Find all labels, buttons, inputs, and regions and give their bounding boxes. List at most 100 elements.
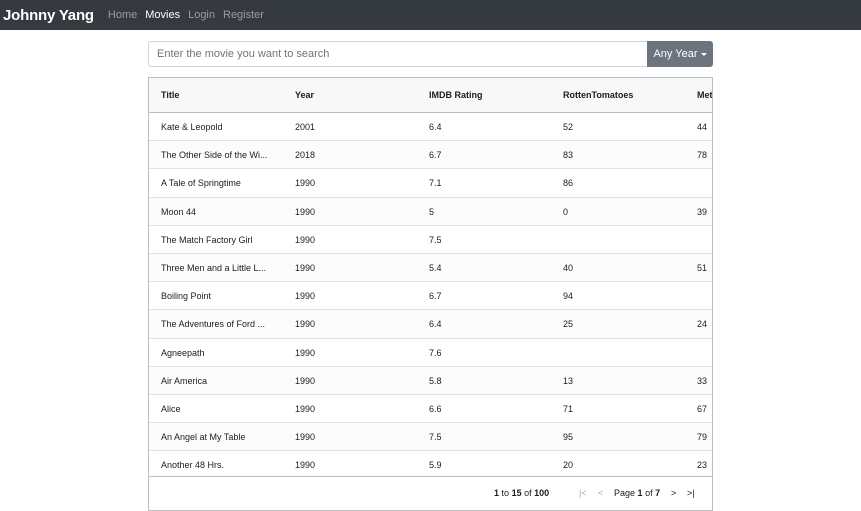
nav-login-link[interactable]: Login bbox=[188, 9, 215, 21]
cell-imdb-rating: 7.5 bbox=[429, 432, 442, 443]
cell-metacritic: 51 bbox=[697, 262, 708, 273]
column-header-metacritic[interactable]: Met bbox=[697, 90, 712, 100]
cell-metacritic: 44 bbox=[697, 122, 708, 132]
cell-rotten-tomatoes: 71 bbox=[563, 403, 574, 414]
brand-logo[interactable]: Johnny Yang bbox=[3, 7, 94, 24]
table-row[interactable]: The Match Factory Girl 1990 7.5 bbox=[149, 225, 712, 254]
table-row[interactable]: The Adventures of Ford ... 1990 6.4 25 2… bbox=[149, 310, 712, 339]
cell-imdb-rating: 7.5 bbox=[429, 234, 442, 245]
cell-imdb-rating: 5.4 bbox=[429, 262, 442, 273]
pagination-panel: 1 to 15 of 100 |< < Page 1 of 7 > >| bbox=[149, 476, 712, 510]
cell-imdb-rating: 6.7 bbox=[429, 150, 442, 161]
row-total: 100 bbox=[534, 488, 550, 498]
page-of-label: of bbox=[645, 488, 653, 498]
cell-title: Boiling Point bbox=[161, 291, 212, 302]
navbar: Johnny Yang Home Movies Login Register bbox=[0, 0, 861, 30]
cell-metacritic: 33 bbox=[697, 375, 708, 386]
cell-year: 1990 bbox=[295, 319, 316, 330]
column-header-title[interactable]: Title bbox=[161, 90, 179, 100]
cell-metacritic: 67 bbox=[697, 403, 708, 414]
cell-imdb-rating: 5.8 bbox=[429, 375, 442, 386]
cell-title: Moon 44 bbox=[161, 206, 197, 217]
cell-rotten-tomatoes: 86 bbox=[563, 178, 574, 189]
movies-table: Title Year IMDB Rating RottenTomatoes Me… bbox=[148, 77, 713, 511]
row-range-to-label: to bbox=[501, 488, 510, 498]
cell-imdb-rating: 7.1 bbox=[429, 178, 442, 189]
cell-imdb-rating: 6.4 bbox=[429, 122, 442, 132]
table-row[interactable]: The Other Side of the Wi... 2018 6.7 83 … bbox=[149, 141, 712, 170]
cell-title: Agneepath bbox=[161, 347, 205, 358]
search-input[interactable] bbox=[148, 41, 647, 67]
column-header-year[interactable]: Year bbox=[295, 90, 314, 100]
cell-title: An Angel at My Table bbox=[161, 432, 246, 443]
column-header-imdb-rating[interactable]: IMDB Rating bbox=[429, 90, 483, 100]
cell-title: Air America bbox=[161, 375, 208, 386]
next-page-icon[interactable]: > bbox=[671, 477, 676, 509]
cell-rotten-tomatoes: 94 bbox=[563, 291, 574, 302]
year-filter-dropdown[interactable]: Any Year bbox=[647, 41, 713, 67]
table-body: Kate & Leopold 2001 6.4 52 44 The Other … bbox=[149, 113, 712, 480]
caret-down-icon bbox=[700, 52, 707, 56]
cell-metacritic: 24 bbox=[697, 319, 708, 330]
year-filter-label: Any Year bbox=[653, 48, 698, 60]
first-page-icon[interactable]: |< bbox=[579, 477, 587, 509]
column-header-rotten-tomatoes[interactable]: RottenTomatoes bbox=[563, 90, 633, 100]
cell-year: 2001 bbox=[295, 122, 316, 132]
current-page: 1 bbox=[637, 488, 643, 498]
cell-rotten-tomatoes: 13 bbox=[563, 375, 574, 386]
row-range-start: 1 bbox=[494, 488, 500, 498]
cell-rotten-tomatoes: 40 bbox=[563, 262, 574, 273]
cell-rotten-tomatoes: 83 bbox=[563, 150, 574, 161]
table-row[interactable]: Three Men and a Little L... 1990 5.4 40 … bbox=[149, 253, 712, 283]
cell-title: A Tale of Springtime bbox=[161, 178, 241, 189]
cell-title: Three Men and a Little L... bbox=[161, 262, 267, 273]
page-indicator: Page 1 of 7 bbox=[614, 477, 660, 509]
nav-register-link[interactable]: Register bbox=[223, 9, 264, 21]
prev-page-icon[interactable]: < bbox=[598, 477, 603, 509]
page-label: Page bbox=[614, 488, 636, 498]
cell-rotten-tomatoes: 25 bbox=[563, 319, 574, 330]
cell-rotten-tomatoes: 95 bbox=[563, 432, 574, 443]
cell-title: Alice bbox=[161, 403, 181, 414]
nav-home-link[interactable]: Home bbox=[108, 9, 137, 21]
cell-title: The Match Factory Girl bbox=[161, 234, 253, 245]
cell-imdb-rating: 7.6 bbox=[429, 347, 442, 358]
cell-year: 1990 bbox=[295, 234, 316, 245]
cell-year: 1990 bbox=[295, 403, 316, 414]
cell-title: Kate & Leopold bbox=[161, 122, 223, 132]
table-row[interactable]: A Tale of Springtime 1990 7.1 86 bbox=[149, 169, 712, 198]
table-row[interactable]: Agneepath 1990 7.6 bbox=[149, 338, 712, 367]
cell-year: 1990 bbox=[295, 178, 316, 189]
cell-imdb-rating: 6.4 bbox=[429, 319, 442, 330]
table-row[interactable]: Air America 1990 5.8 13 33 bbox=[149, 366, 712, 395]
row-range-of-label: of bbox=[524, 488, 532, 498]
row-range-end: 15 bbox=[511, 488, 522, 498]
table-row[interactable]: Kate & Leopold 2001 6.4 52 44 bbox=[149, 113, 712, 142]
table-row[interactable]: An Angel at My Table 1990 7.5 95 79 bbox=[149, 423, 712, 452]
cell-year: 2018 bbox=[295, 150, 316, 161]
cell-year: 1990 bbox=[295, 375, 316, 386]
cell-year: 1990 bbox=[295, 432, 316, 443]
table-row[interactable]: Alice 1990 6.6 71 67 bbox=[149, 394, 712, 424]
nav-movies-link[interactable]: Movies bbox=[145, 9, 180, 21]
total-pages: 7 bbox=[655, 488, 661, 498]
cell-metacritic: 39 bbox=[697, 206, 708, 217]
row-summary: 1 to 15 of 100 bbox=[494, 477, 549, 509]
cell-year: 1990 bbox=[295, 291, 316, 302]
cell-rotten-tomatoes: 52 bbox=[563, 122, 574, 132]
search-bar: Any Year bbox=[148, 41, 713, 67]
cell-year: 1990 bbox=[295, 206, 316, 217]
cell-metacritic: 79 bbox=[697, 432, 708, 443]
cell-metacritic: 78 bbox=[697, 150, 708, 161]
cell-imdb-rating: 5 bbox=[429, 206, 435, 217]
cell-rotten-tomatoes: 0 bbox=[563, 206, 569, 217]
cell-imdb-rating: 6.6 bbox=[429, 403, 442, 414]
cell-title: The Adventures of Ford ... bbox=[161, 319, 266, 330]
cell-year: 1990 bbox=[295, 347, 316, 358]
table-header: Title Year IMDB Rating RottenTomatoes Me… bbox=[149, 78, 712, 113]
table-row[interactable]: Moon 44 1990 5 0 39 bbox=[149, 197, 712, 226]
last-page-icon[interactable]: >| bbox=[687, 477, 695, 509]
cell-title: The Other Side of the Wi... bbox=[161, 150, 268, 161]
cell-year: 1990 bbox=[295, 262, 316, 273]
table-row[interactable]: Boiling Point 1990 6.7 94 bbox=[149, 282, 712, 311]
